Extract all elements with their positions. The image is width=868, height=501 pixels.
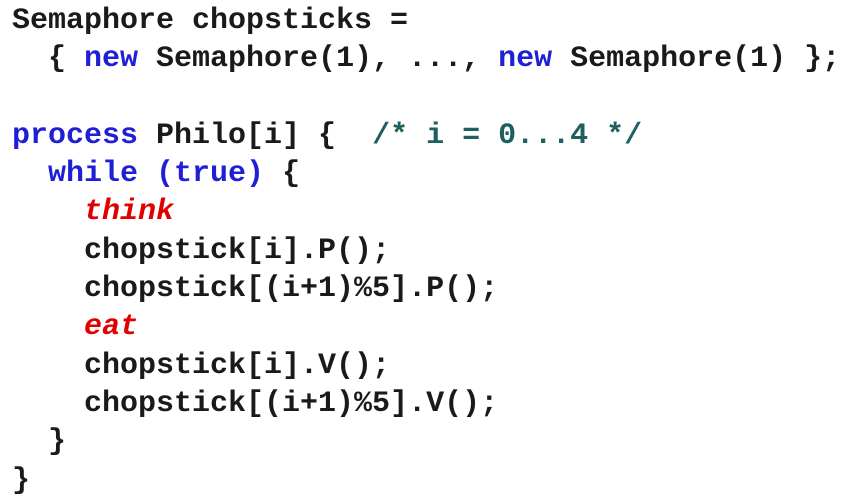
- code-line: }: [12, 462, 840, 500]
- keyword-token: new: [84, 42, 139, 77]
- code-listing: Semaphore chopsticks = { new Semaphore(1…: [12, 2, 840, 500]
- keyword-token: (true): [156, 157, 265, 192]
- code-text: chopstick[(i+1)%5].P();: [12, 272, 499, 307]
- code-text: Philo[i] {: [138, 118, 373, 153]
- code-line: Semaphore chopsticks =: [12, 2, 840, 40]
- code-line: chopstick[(i+1)%5].V();: [12, 385, 840, 423]
- keyword-token: while: [48, 157, 139, 192]
- code-line: eat: [12, 308, 840, 346]
- code-line: }: [12, 423, 840, 461]
- code-line: while (true) {: [12, 155, 840, 193]
- keyword-token: new: [498, 42, 553, 77]
- action-token: think: [84, 195, 175, 230]
- keyword-token: process: [12, 118, 139, 153]
- code-line: process Philo[i] { /* i = 0...4 */: [12, 117, 840, 155]
- code-text: Semaphore(1) };: [552, 42, 841, 77]
- code-line: chopstick[i].P();: [12, 232, 840, 270]
- code-line: chopstick[i].V();: [12, 347, 840, 385]
- action-token: eat: [84, 310, 139, 345]
- code-text: chopstick[(i+1)%5].V();: [12, 386, 499, 421]
- code-text: Semaphore(1), ...,: [138, 42, 499, 77]
- code-line: chopstick[(i+1)%5].P();: [12, 270, 840, 308]
- code-line: { new Semaphore(1), ..., new Semaphore(1…: [12, 40, 840, 78]
- code-text: Semaphore chopsticks =: [12, 4, 409, 38]
- code-line: think: [12, 193, 840, 231]
- comment-token: /* i = 0...4 */: [372, 118, 643, 153]
- code-text: chopstick[i].V();: [12, 348, 391, 383]
- code-text: }: [12, 425, 67, 460]
- code-text: {: [264, 157, 301, 192]
- code-text: {: [12, 42, 85, 77]
- code-text: }: [12, 463, 31, 498]
- code-text: chopstick[i].P();: [12, 233, 391, 268]
